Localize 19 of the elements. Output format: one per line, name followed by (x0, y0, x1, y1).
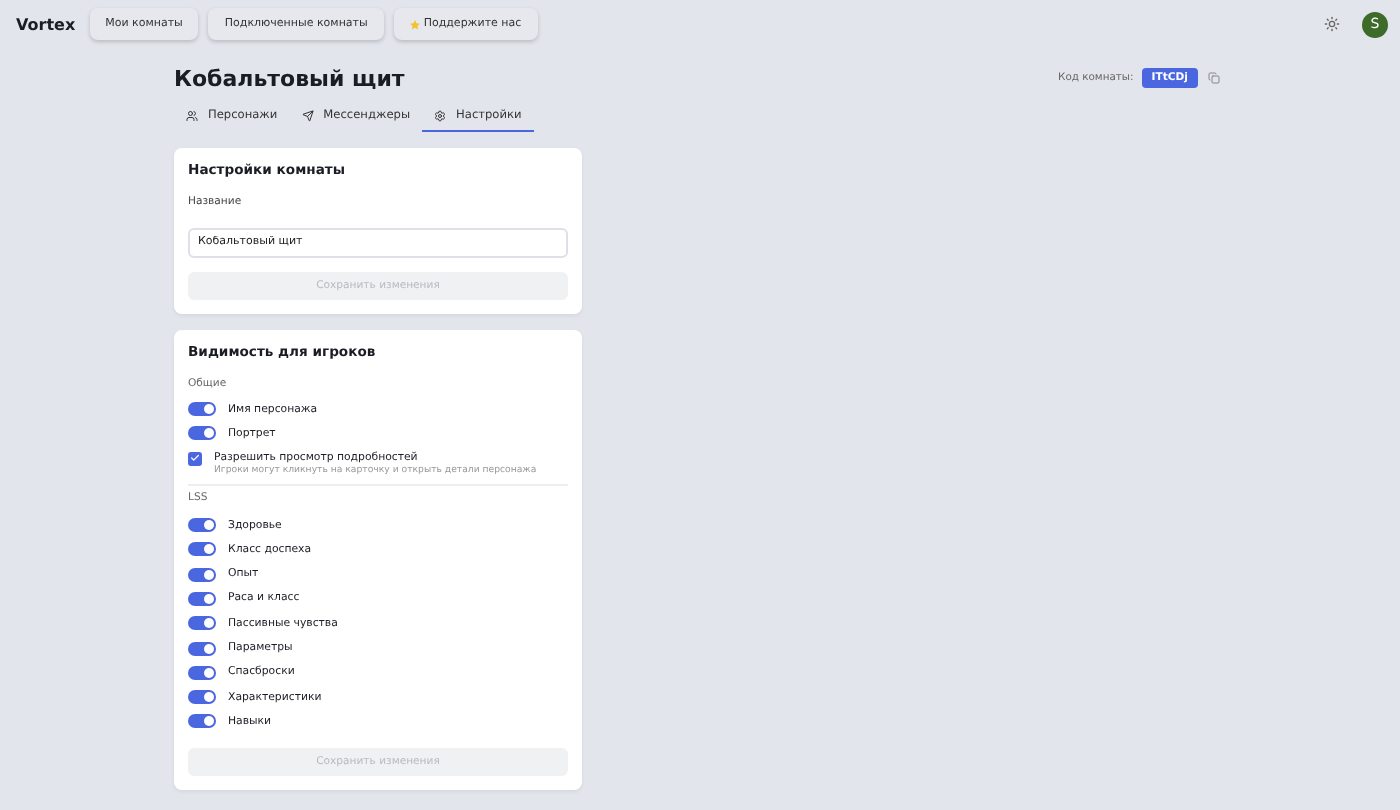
toggle-switch[interactable] (188, 690, 216, 705)
toggle-switch[interactable] (188, 402, 216, 417)
settings-icon (434, 110, 447, 122)
toggle-switch[interactable] (188, 616, 216, 631)
send-icon (301, 110, 314, 122)
checkbox[interactable] (188, 451, 202, 466)
toggle-switch[interactable] (188, 665, 216, 680)
users-icon (186, 110, 198, 122)
toggle-switch[interactable] (188, 518, 216, 533)
toggle-switch[interactable] (188, 426, 216, 441)
toggle-switch[interactable] (188, 641, 216, 656)
toggle-switch[interactable] (188, 567, 216, 582)
toggle-switch[interactable] (188, 542, 216, 557)
brand-logo: Vortex (16, 15, 76, 33)
room-title: Кобальтовый щит (174, 65, 407, 91)
toggle-switch[interactable] (188, 714, 216, 729)
theme-toggle-icon[interactable] (1324, 16, 1340, 32)
toggle-switch[interactable] (188, 591, 216, 606)
star-icon (409, 19, 420, 29)
